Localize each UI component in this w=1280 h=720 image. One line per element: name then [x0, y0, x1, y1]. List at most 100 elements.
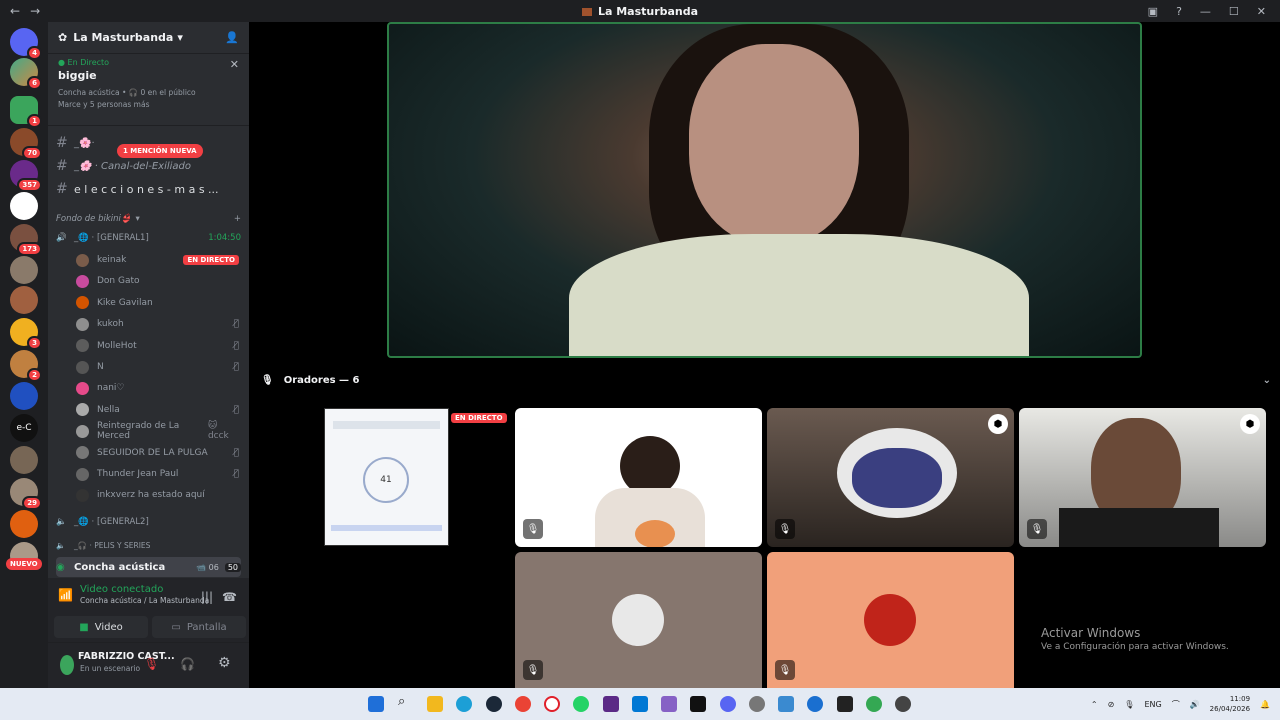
- screen-share-tile[interactable]: 41: [324, 408, 449, 546]
- discord-home-icon[interactable]: 4: [10, 28, 42, 60]
- server-icon[interactable]: 2: [10, 350, 42, 382]
- voice-user[interactable]: Don Gato: [76, 272, 239, 290]
- terminal-icon[interactable]: [837, 696, 853, 712]
- volume-icon[interactable]: 🔊: [1190, 700, 1200, 709]
- video-button[interactable]: ■ Video: [54, 616, 148, 638]
- server-icon[interactable]: [10, 256, 38, 284]
- server-icon[interactable]: [10, 510, 38, 538]
- text-channel[interactable]: # _🌸· 1 MENCIÓN NUEVA: [56, 133, 241, 158]
- voice-user[interactable]: kukoh 🎙̸: [76, 315, 239, 333]
- screen-share-button[interactable]: ▭ Pantalla: [152, 616, 246, 638]
- server-icon[interactable]: [10, 446, 38, 474]
- chevron-down-icon[interactable]: ⌄: [1263, 375, 1271, 386]
- close-icon[interactable]: ✕: [230, 58, 239, 71]
- speaker-tile[interactable]: 🎙: [767, 552, 1014, 688]
- steam-icon[interactable]: [486, 696, 502, 712]
- voice-user[interactable]: inkxverz ha estado aquí: [76, 486, 239, 504]
- plus-icon[interactable]: +: [234, 214, 241, 224]
- server-icon[interactable]: e-C: [10, 414, 38, 442]
- server-icon[interactable]: 173: [10, 224, 42, 256]
- voice-user[interactable]: Thunder Jean Paul 🎙̸: [76, 465, 239, 483]
- discord-icon[interactable]: [720, 696, 736, 712]
- text-channel[interactable]: # _🌸 · Canal-del-Exiliado: [56, 156, 241, 176]
- speaker-tile[interactable]: 🎙: [515, 552, 762, 688]
- language-indicator[interactable]: ENG: [1144, 700, 1161, 709]
- stage-channel[interactable]: ◉ Concha acústica 📹 06 50: [56, 557, 241, 577]
- settings-icon[interactable]: [749, 696, 765, 712]
- video-content: [635, 520, 675, 547]
- chevron-up-icon[interactable]: ⌃: [1091, 700, 1098, 709]
- search-icon[interactable]: ⌕: [398, 694, 414, 710]
- opera-icon[interactable]: [544, 696, 560, 712]
- microphone-icon[interactable]: 🎙: [1124, 700, 1134, 709]
- voice-user[interactable]: Reintegrado de La Merced 🐱 dcck: [76, 421, 239, 441]
- vscode-icon[interactable]: [632, 696, 648, 712]
- app-icon[interactable]: [603, 696, 619, 712]
- voice-channel[interactable]: 🔈 _🎧 · PELIS Y SERIES: [56, 535, 241, 555]
- clock[interactable]: 11:09 26/04/2026: [1210, 694, 1250, 714]
- voice-user[interactable]: N 🎙̸: [76, 358, 239, 376]
- voice-status-title[interactable]: Video conectado: [80, 584, 239, 595]
- category-header[interactable]: Fondo de bikini👙 ▾ +: [56, 209, 241, 229]
- voice-status-channel[interactable]: Concha acústica / La Masturbanda: [80, 596, 239, 605]
- chrome-icon[interactable]: [866, 696, 882, 712]
- network-icon[interactable]: ⊘: [1108, 700, 1115, 709]
- voice-user[interactable]: MolleHot 🎙̸: [76, 337, 239, 355]
- featured-video[interactable]: [387, 22, 1142, 358]
- voice-user[interactable]: Nella 🎙̸: [76, 401, 239, 419]
- help-icon[interactable]: ?: [1176, 5, 1182, 18]
- inbox-icon[interactable]: ▣: [1148, 5, 1158, 18]
- messenger-icon[interactable]: [807, 696, 823, 712]
- live-stage-panel[interactable]: ● En Directo biggie Concha acústica • 🎧 …: [48, 54, 249, 126]
- forward-arrow-icon[interactable]: →: [30, 4, 40, 18]
- visual-studio-icon[interactable]: [661, 696, 677, 712]
- speaker-tile[interactable]: ⬢ 🎙: [767, 408, 1014, 547]
- back-arrow-icon[interactable]: ←: [10, 4, 20, 18]
- server-icon[interactable]: 1: [10, 96, 42, 128]
- server-header[interactable]: ✿ La Masturbanda ▾ 👤: [48, 22, 249, 54]
- disconnect-icon[interactable]: ☎: [222, 590, 237, 604]
- voice-user[interactable]: Kike Gavilan: [76, 294, 239, 312]
- voice-user[interactable]: SEGUIDOR DE LA PULGA 🎙̸: [76, 444, 239, 462]
- server-icon[interactable]: [10, 192, 38, 220]
- close-button[interactable]: ✕: [1257, 5, 1266, 18]
- server-icon[interactable]: 3: [10, 318, 42, 350]
- windows-start-icon[interactable]: [368, 696, 384, 712]
- chrome-icon[interactable]: [515, 696, 531, 712]
- voice-channel[interactable]: 🔈 _🌐 · [GENERAL2]: [56, 512, 241, 532]
- server-icon[interactable]: 357: [10, 160, 42, 192]
- server-icon[interactable]: 29: [10, 478, 42, 510]
- edge-icon[interactable]: [456, 696, 472, 712]
- soundboard-icon[interactable]: |||: [201, 590, 213, 604]
- speakers-header[interactable]: 🎙 Oradores — 6 ⌄: [261, 375, 1271, 386]
- voice-user[interactable]: keinak EN DIRECTO: [76, 251, 239, 269]
- notification-icon[interactable]: 🔔: [1260, 700, 1270, 709]
- voice-user[interactable]: nani♡: [76, 379, 239, 397]
- text-channel[interactable]: # e l e c c i o n e s - m a s ...: [56, 179, 241, 199]
- maximize-button[interactable]: ☐: [1229, 5, 1239, 18]
- tiktok-icon[interactable]: [690, 696, 706, 712]
- voice-channel[interactable]: 🔊 _🌐 · [GENERAL1] 1:04:50: [56, 228, 241, 248]
- avatar: [76, 339, 89, 353]
- headphones-icon[interactable]: 🎧: [180, 657, 195, 671]
- speaker-tile[interactable]: 🎙: [515, 408, 762, 547]
- gear-icon[interactable]: ⚙: [218, 655, 231, 671]
- muted-mic-icon: 🎙: [1027, 519, 1047, 539]
- server-icon[interactable]: [10, 382, 38, 410]
- whatsapp-icon[interactable]: [573, 696, 589, 712]
- minimize-button[interactable]: —: [1200, 5, 1211, 18]
- microphone-muted-icon[interactable]: 🎙: [144, 657, 159, 671]
- wifi-icon[interactable]: ⌒: [1172, 699, 1180, 710]
- speaker-tile[interactable]: ⬢ 🎙: [1019, 408, 1266, 547]
- file-explorer-icon[interactable]: [427, 696, 443, 712]
- server-icon[interactable]: [10, 286, 38, 314]
- server-icon[interactable]: 6: [10, 58, 42, 90]
- notepad-icon[interactable]: [778, 696, 794, 712]
- app-icon[interactable]: [895, 696, 911, 712]
- avatar[interactable]: [60, 655, 74, 675]
- server-icon[interactable]: 70: [10, 128, 42, 160]
- unread-badge: 4: [27, 46, 42, 60]
- camera-count: 📹 06: [196, 562, 219, 572]
- voice-user-name: SEGUIDOR DE LA PULGA: [97, 447, 208, 458]
- add-user-icon[interactable]: 👤: [225, 31, 239, 44]
